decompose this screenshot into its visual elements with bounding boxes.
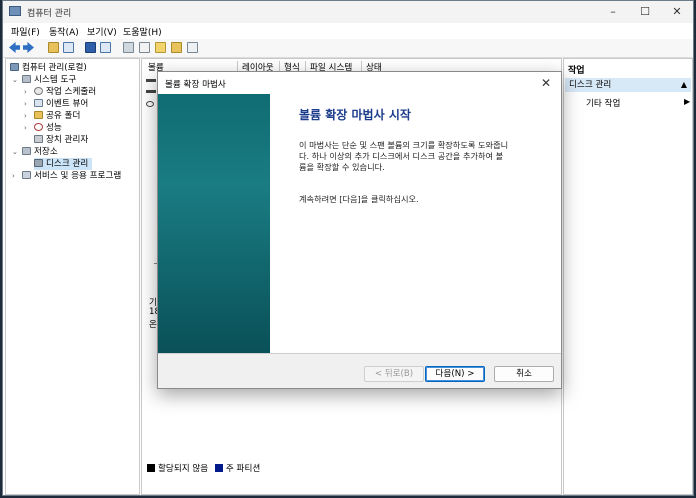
back-button[interactable]: < 뒤로(B) [364, 366, 424, 382]
list-view-icon[interactable] [187, 42, 198, 53]
tree-item-event-viewer[interactable]: › 이벤트 뷰어 [24, 98, 88, 110]
storage-icon [22, 147, 31, 155]
tools-icon [22, 75, 31, 83]
search-folder-icon[interactable] [171, 42, 182, 53]
dialog-title-bar: 볼륨 확장 마법사 ✕ [158, 72, 561, 94]
actions-pane: 작업 디스크 관리 ▲ 기타 작업 ▶ [563, 58, 693, 495]
legend-unallocated: 할당되지 않음 [158, 464, 209, 474]
computer-icon [10, 63, 19, 71]
show-hide-tree-icon[interactable] [63, 42, 74, 53]
connect-icon[interactable] [123, 42, 134, 53]
maximize-button[interactable]: ☐ [629, 1, 661, 23]
legend-primary: 주 파티션 [225, 464, 261, 474]
tree-item-label: 공유 폴더 [46, 111, 81, 121]
tree-item-performance[interactable]: › 성능 [24, 122, 62, 134]
tree-item-disk-management[interactable]: 디스크 관리 [34, 158, 93, 170]
tree-item-services-apps[interactable]: › 서비스 및 응용 프로그램 [12, 170, 121, 182]
cancel-button[interactable]: 취소 [494, 366, 554, 382]
tree-item-device-manager[interactable]: 장치 관리자 [34, 134, 88, 146]
back-arrow-icon[interactable] [9, 42, 20, 53]
tree-item-system-tools[interactable]: ⌄ 시스템 도구 [12, 74, 76, 86]
tree-item-task-scheduler[interactable]: › 작업 스케줄러 [24, 86, 96, 98]
tree-item-label: 저장소 [34, 147, 58, 157]
tree-item-shared-folders[interactable]: › 공유 폴더 [24, 110, 80, 122]
window-title: 컴퓨터 관리 [27, 9, 72, 19]
expand-icon[interactable]: ⌄ [12, 74, 18, 86]
expand-icon[interactable]: ⌄ [12, 146, 18, 158]
tree-item-label: 서비스 및 응용 프로그램 [34, 171, 122, 181]
toolbar [3, 39, 693, 58]
tree-item-label: 디스크 관리 [46, 159, 89, 169]
wizard-banner-image [158, 94, 270, 353]
tree-item-root[interactable]: 컴퓨터 관리(로컬) [10, 62, 87, 74]
actions-section-label: 디스크 관리 [569, 80, 612, 90]
title-bar: 컴퓨터 관리 – ☐ ✕ [3, 1, 693, 23]
actions-more-label: 기타 작업 [586, 99, 621, 109]
properties-icon[interactable] [100, 42, 111, 53]
event-viewer-icon [34, 99, 43, 107]
actions-header: 작업 [568, 66, 585, 76]
dialog-separator [158, 353, 561, 354]
volume-row-icon [146, 90, 156, 93]
menu-bar: 파일(F) 동작(A) 보기(V) 도움말(H) [3, 23, 693, 39]
menu-help[interactable]: 도움말(H) [123, 25, 162, 38]
dialog-title: 볼륨 확장 마법사 [165, 80, 226, 90]
tree-item-storage[interactable]: ⌄ 저장소 [12, 146, 58, 158]
unallocated-swatch [147, 464, 155, 472]
tree-item-label: 컴퓨터 관리(로컬) [22, 63, 87, 73]
wizard-heading: 볼륨 확장 마법사 시작 [299, 108, 411, 122]
wizard-description-line3: 륨을 확장할 수 있습니다. [299, 162, 385, 172]
expand-icon[interactable]: › [24, 86, 27, 98]
close-button[interactable]: ✕ [661, 1, 693, 23]
next-button[interactable]: 다음(N) > [425, 366, 485, 382]
disk-status: 온 [149, 320, 157, 330]
menu-action[interactable]: 동작(A) [49, 25, 79, 38]
wizard-content: 볼륨 확장 마법사 시작 이 마법사는 단순 및 스팬 볼륨의 크기를 확장하도… [270, 94, 561, 353]
tree-item-label: 성능 [46, 123, 62, 133]
tree-item-label: 이벤트 뷰어 [46, 99, 89, 109]
performance-icon [34, 123, 43, 131]
primary-partition-swatch [214, 464, 223, 472]
wizard-description-line1: 이 마법사는 단순 및 스팬 볼륨의 크기를 확장하도록 도와줍니 [299, 140, 509, 150]
submenu-arrow-icon: ▶ [684, 97, 691, 106]
tree-item-label: 작업 스케줄러 [46, 87, 97, 97]
tree-item-label: 장치 관리자 [46, 135, 89, 145]
menu-view[interactable]: 보기(V) [87, 25, 117, 38]
expand-icon[interactable]: › [24, 122, 27, 134]
expand-icon[interactable]: › [12, 170, 15, 182]
wizard-instruction: 계속하려면 [다음]을 클릭하십시오. [299, 194, 419, 204]
volume-row-icon [146, 101, 154, 107]
expand-icon[interactable]: › [24, 98, 27, 110]
device-manager-icon [34, 135, 43, 143]
clock-icon [34, 87, 43, 95]
forward-arrow-icon[interactable] [23, 42, 34, 53]
volume-row-icon [146, 79, 156, 82]
expand-icon[interactable]: › [24, 110, 27, 122]
tree-item-label: 시스템 도구 [34, 75, 77, 85]
actions-more[interactable]: 기타 작업 [586, 97, 620, 109]
check-icon[interactable] [139, 42, 150, 53]
disk-legend: 할당되지 않음 주 파티션 [147, 463, 260, 475]
dialog-close-icon[interactable]: ✕ [535, 73, 557, 93]
up-folder-icon[interactable] [48, 42, 59, 53]
extend-volume-wizard-dialog: 볼륨 확장 마법사 ✕ 볼륨 확장 마법사 시작 이 마법사는 단순 및 스팬 … [157, 71, 562, 389]
computer-management-icon [9, 6, 21, 16]
navigation-tree: 컴퓨터 관리(로컬) ⌄ 시스템 도구 › 작업 스케줄러 › 이벤트 뷰어 › 공유 … [5, 58, 140, 495]
new-file-icon[interactable] [155, 42, 166, 53]
actions-section-disk-management[interactable]: 디스크 관리 ▲ [565, 78, 691, 92]
menu-file[interactable]: 파일(F) [11, 25, 40, 38]
services-icon [22, 171, 31, 179]
disk-icon [34, 159, 43, 167]
minimize-button[interactable]: – [597, 1, 629, 23]
wizard-description-line2: 다. 하나 이상의 추가 디스크에서 디스크 공간을 추가하여 볼 [299, 151, 504, 161]
shared-folder-icon [34, 111, 43, 119]
help-icon[interactable] [85, 42, 96, 53]
collapse-arrow-icon[interactable]: ▲ [681, 78, 687, 92]
